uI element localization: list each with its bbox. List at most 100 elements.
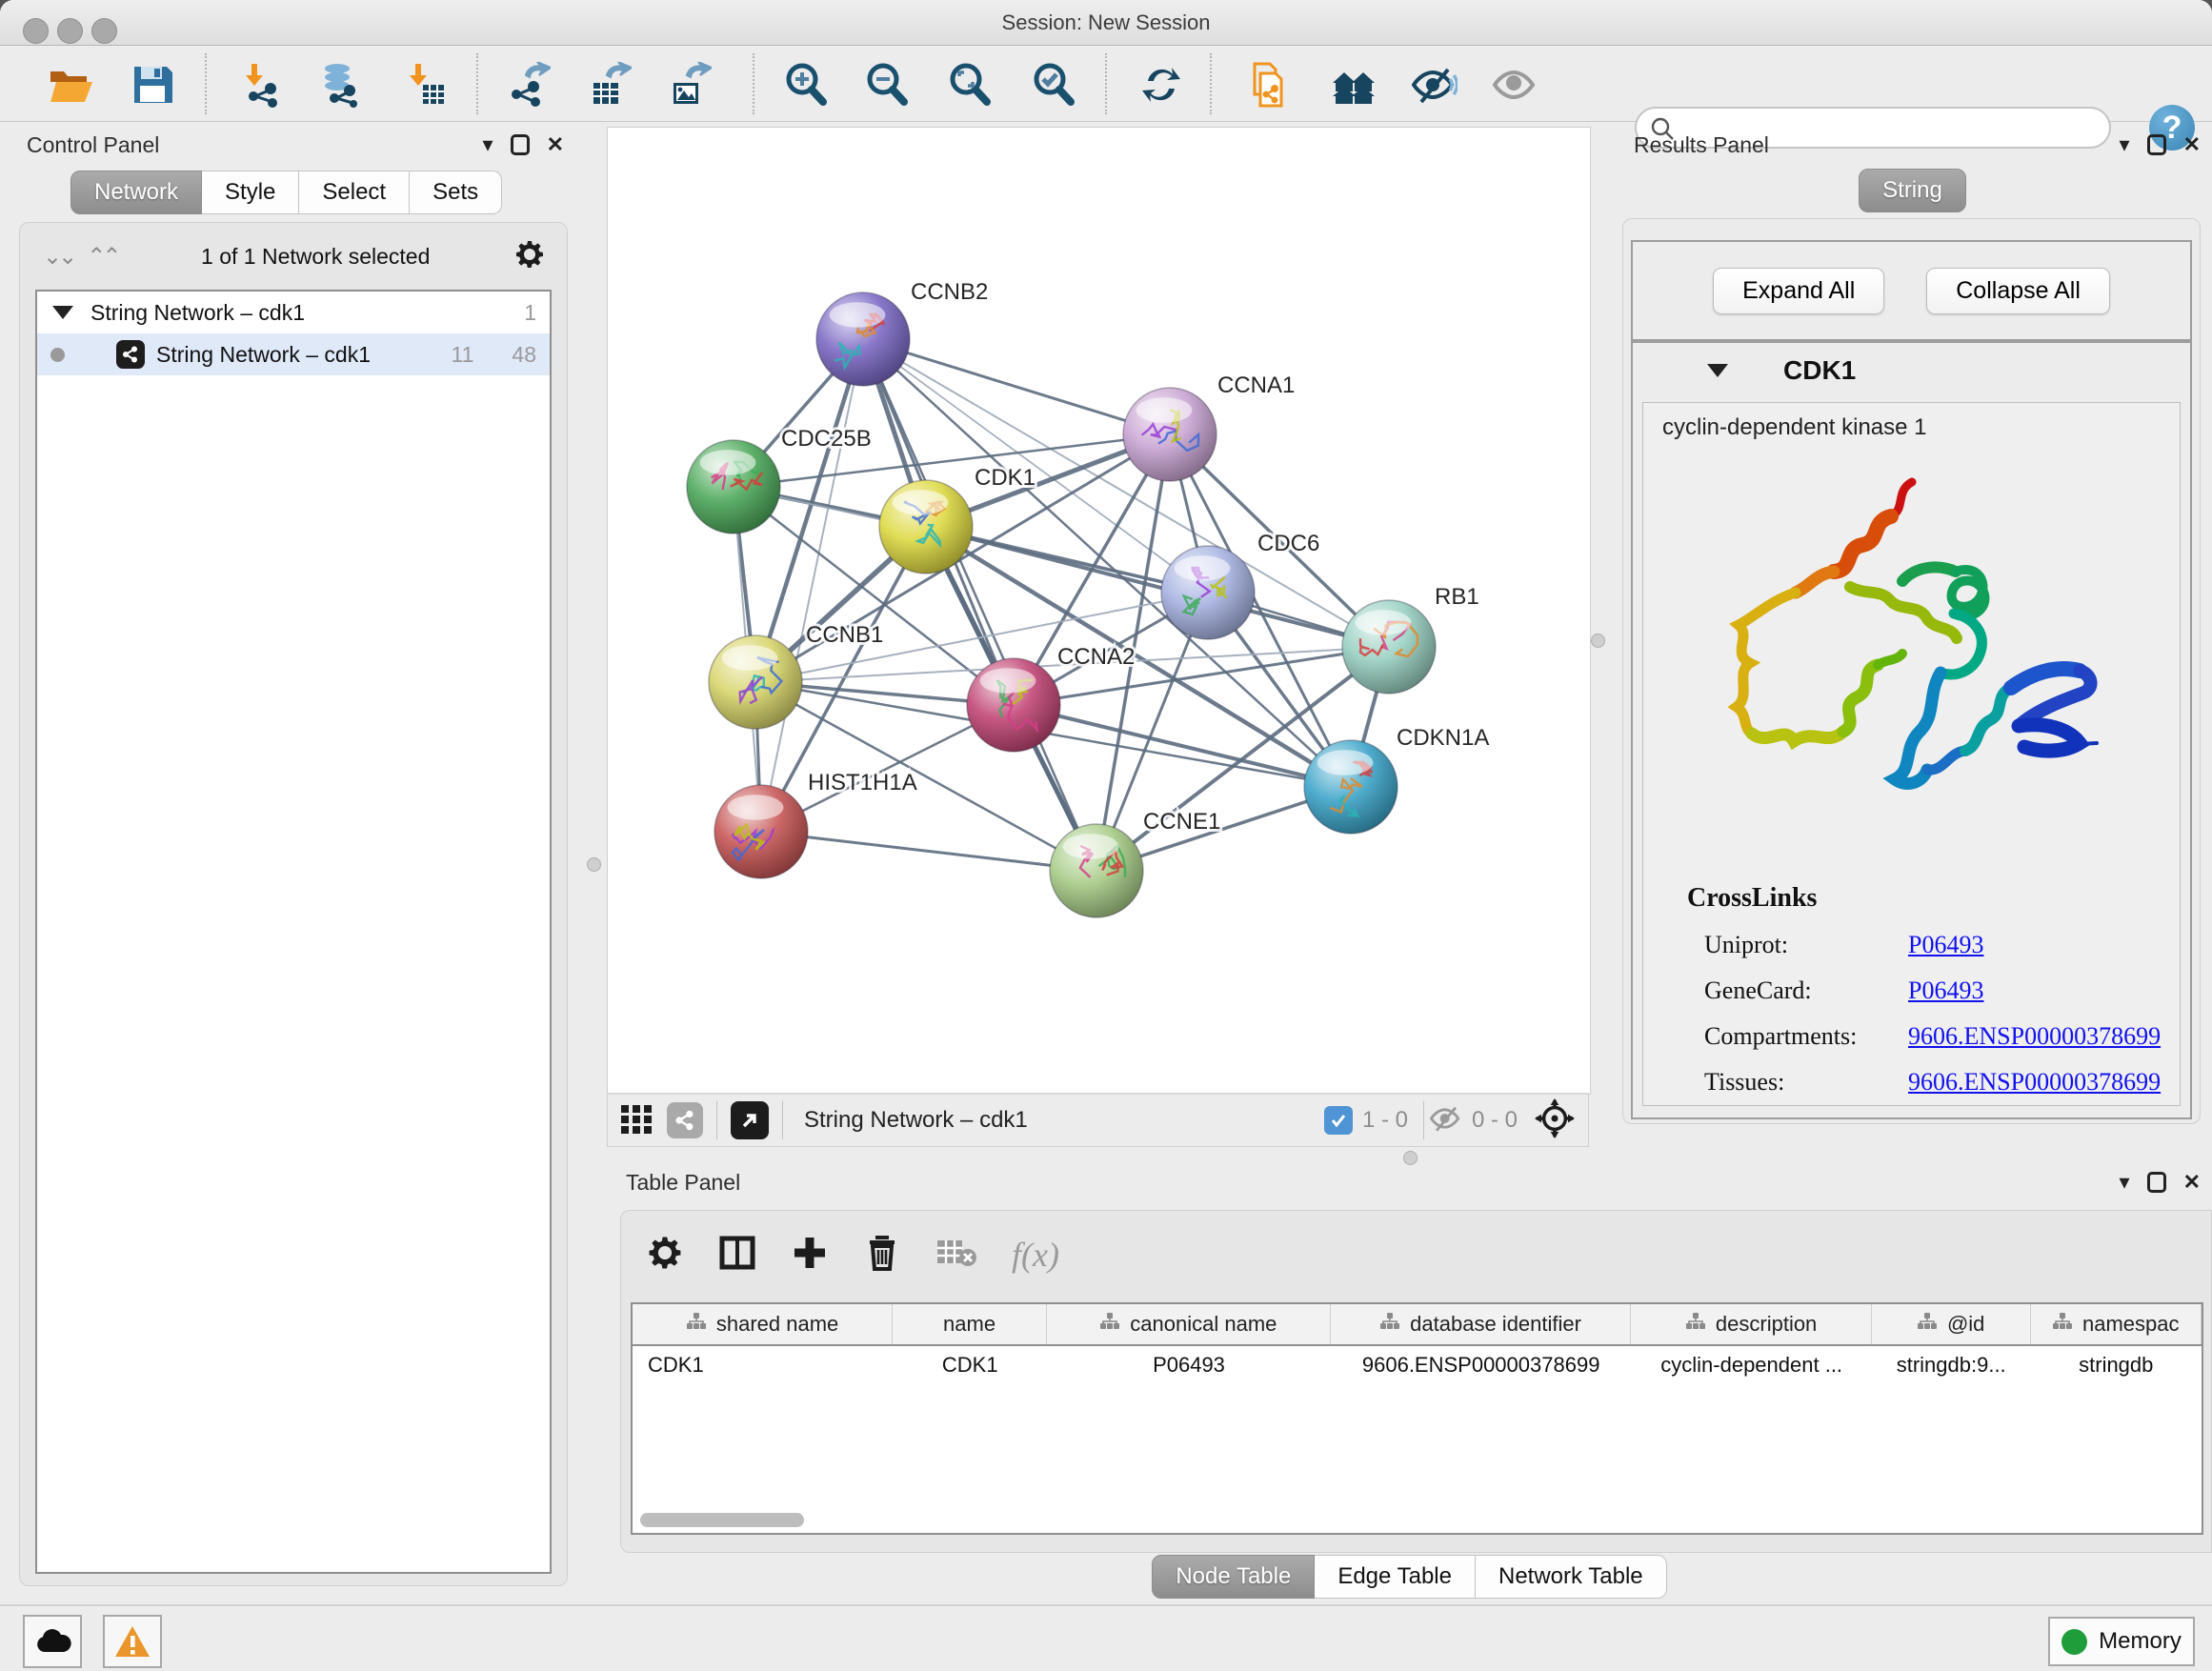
zoom-selected-icon[interactable] — [1031, 62, 1076, 108]
hide-selected-eye-icon[interactable] — [1412, 62, 1458, 108]
panel-float-icon[interactable] — [2147, 1172, 2166, 1193]
show-all-eye-icon[interactable] — [1493, 62, 1538, 108]
network-node-CDKN1A[interactable] — [1304, 740, 1398, 834]
add-column-icon[interactable] — [791, 1234, 829, 1277]
import-table-file-icon[interactable] — [402, 62, 448, 108]
crosslink-link[interactable]: P06493 — [1908, 931, 1983, 959]
network-graph[interactable]: CCNB2CCNA1CDC25BCDK1CDC6RB1CCNB1CCNA2CDK… — [608, 128, 1590, 1094]
table-settings-gear-icon[interactable] — [646, 1234, 684, 1277]
node-label-CDK1: CDK1 — [975, 465, 1036, 491]
warning-status-button[interactable] — [103, 1615, 162, 1668]
table-cell[interactable]: CDK1 — [893, 1346, 1047, 1384]
splitter-handle[interactable] — [1591, 634, 1605, 648]
save-session-icon[interactable] — [130, 62, 175, 108]
tab-network[interactable]: Network — [70, 171, 202, 214]
network-edge-CCNB2-HIST1H1A[interactable] — [761, 339, 863, 832]
column-header-canonical-name[interactable]: canonical name — [1047, 1304, 1331, 1344]
expand-all-icon[interactable]: ⌃⌃ — [87, 243, 117, 271]
table-cell[interactable]: cyclin-dependent ... — [1631, 1346, 1871, 1384]
selected-checkbox-icon[interactable] — [1324, 1106, 1353, 1135]
network-options-gear-icon[interactable] — [513, 238, 546, 275]
open-session-icon[interactable] — [47, 62, 92, 108]
column-header-database-identifier[interactable]: database identifier — [1331, 1304, 1632, 1344]
tab-edge-table[interactable]: Edge Table — [1315, 1555, 1476, 1599]
grid-view-icon[interactable] — [619, 1101, 654, 1140]
column-header-description[interactable]: description — [1631, 1304, 1871, 1344]
tab-style[interactable]: Style — [202, 171, 299, 214]
network-node-CDC25B[interactable] — [687, 440, 780, 534]
panel-float-icon[interactable] — [511, 134, 530, 155]
open-in-browser-icon[interactable] — [731, 1101, 769, 1139]
node-section-header[interactable]: CDK1 — [1633, 343, 2190, 398]
clone-network-icon[interactable] — [1245, 62, 1291, 108]
refresh-layout-icon[interactable] — [1138, 62, 1184, 108]
network-edge-CCNE1-HIST1H1A[interactable] — [761, 832, 1096, 871]
expand-all-button[interactable]: Expand All — [1713, 268, 1884, 314]
zoom-fit-icon[interactable] — [947, 62, 993, 108]
network-node-HIST1H1A[interactable] — [714, 785, 808, 878]
crosslink-link[interactable]: 9606.ENSP00000378699 — [1908, 1068, 2161, 1097]
panel-close-icon[interactable]: ✕ — [547, 134, 564, 155]
horizontal-scrollbar[interactable] — [640, 1513, 804, 1527]
network-edge-CCNB2-CCNA1[interactable] — [863, 339, 1170, 434]
column-header-namespac[interactable]: namespac — [2031, 1304, 2202, 1344]
panel-close-icon[interactable]: ✕ — [2183, 1172, 2201, 1193]
network-node-CCNB1[interactable] — [709, 635, 802, 729]
network-row-selected[interactable]: String Network – cdk1 11 48 — [37, 333, 550, 375]
import-network-file-icon[interactable] — [238, 62, 284, 108]
home-networks-icon[interactable] — [1331, 62, 1377, 108]
delete-column-icon[interactable] — [863, 1234, 901, 1277]
show-columns-icon[interactable] — [718, 1234, 756, 1277]
panel-menu-icon[interactable]: ▾ — [2120, 1172, 2130, 1193]
network-node-CCNE1[interactable] — [1050, 824, 1143, 917]
string-share-icon[interactable] — [667, 1102, 703, 1138]
network-node-CCNB2[interactable] — [816, 292, 910, 386]
export-network-icon[interactable] — [505, 62, 551, 108]
panel-menu-icon[interactable]: ▾ — [483, 134, 493, 155]
hidden-eye-icon[interactable] — [1430, 1102, 1462, 1139]
column-header-label: canonical name — [1130, 1312, 1277, 1337]
crosslink-link[interactable]: P06493 — [1908, 976, 1983, 1005]
import-network-database-icon[interactable] — [318, 62, 364, 108]
memory-button[interactable]: Memory — [2048, 1617, 2195, 1666]
panel-menu-icon[interactable]: ▾ — [2120, 134, 2130, 155]
splitter-handle[interactable] — [587, 857, 601, 872]
table-cell[interactable]: 9606.ENSP00000378699 — [1331, 1346, 1632, 1384]
column-header-name[interactable]: name — [893, 1304, 1047, 1344]
network-node-CDK1[interactable] — [879, 480, 973, 574]
node-table[interactable]: shared namename canonical name database id… — [631, 1302, 2203, 1535]
node-section-title: CDK1 — [1783, 355, 1856, 386]
tab-node-table[interactable]: Node Table — [1152, 1555, 1315, 1599]
collapse-all-button[interactable]: Collapse All — [1926, 268, 2110, 314]
zoom-in-icon[interactable] — [783, 62, 829, 108]
network-node-CDC6[interactable] — [1161, 546, 1255, 639]
export-table-icon[interactable] — [586, 62, 632, 108]
navigator-crosshair-icon[interactable] — [1535, 1098, 1575, 1143]
tab-network-table[interactable]: Network Table — [1476, 1555, 1667, 1599]
network-collection-row[interactable]: String Network – cdk1 1 — [37, 292, 550, 333]
table-cell[interactable]: stringdb:9... — [1872, 1346, 2031, 1384]
tab-sets[interactable]: Sets — [410, 171, 502, 214]
network-canvas[interactable]: CCNB2CCNA1CDC25BCDK1CDC6RB1CCNB1CCNA2CDK… — [607, 127, 1591, 1095]
network-node-CCNA1[interactable] — [1123, 388, 1217, 481]
collapse-triangle-icon[interactable] — [1707, 364, 1728, 377]
table-cell[interactable]: stringdb — [2031, 1346, 2202, 1384]
crosslink-link[interactable]: 9606.ENSP00000378699 — [1908, 1022, 2161, 1051]
cloud-status-button[interactable] — [23, 1615, 82, 1668]
table-cell[interactable]: CDK1 — [633, 1346, 893, 1384]
table-cell[interactable]: P06493 — [1047, 1346, 1331, 1384]
network-node-CCNA2[interactable] — [967, 658, 1060, 752]
tab-select[interactable]: Select — [299, 171, 410, 214]
tab-string[interactable]: String — [1859, 169, 1966, 212]
zoom-out-icon[interactable] — [864, 62, 910, 108]
panel-float-icon[interactable] — [2147, 134, 2166, 155]
collapse-all-icon[interactable]: ⌄⌄ — [43, 243, 73, 271]
column-header--id[interactable]: @id — [1872, 1304, 2031, 1344]
network-node-count: 11 — [452, 342, 474, 368]
collapse-triangle-icon[interactable] — [52, 306, 73, 319]
table-row[interactable]: CDK1CDK1P064939606.ENSP00000378699cyclin… — [633, 1346, 2202, 1384]
panel-close-icon[interactable]: ✕ — [2183, 134, 2201, 155]
network-node-RB1[interactable] — [1342, 600, 1436, 694]
column-header-shared-name[interactable]: shared name — [633, 1304, 893, 1344]
export-image-icon[interactable] — [666, 62, 712, 108]
